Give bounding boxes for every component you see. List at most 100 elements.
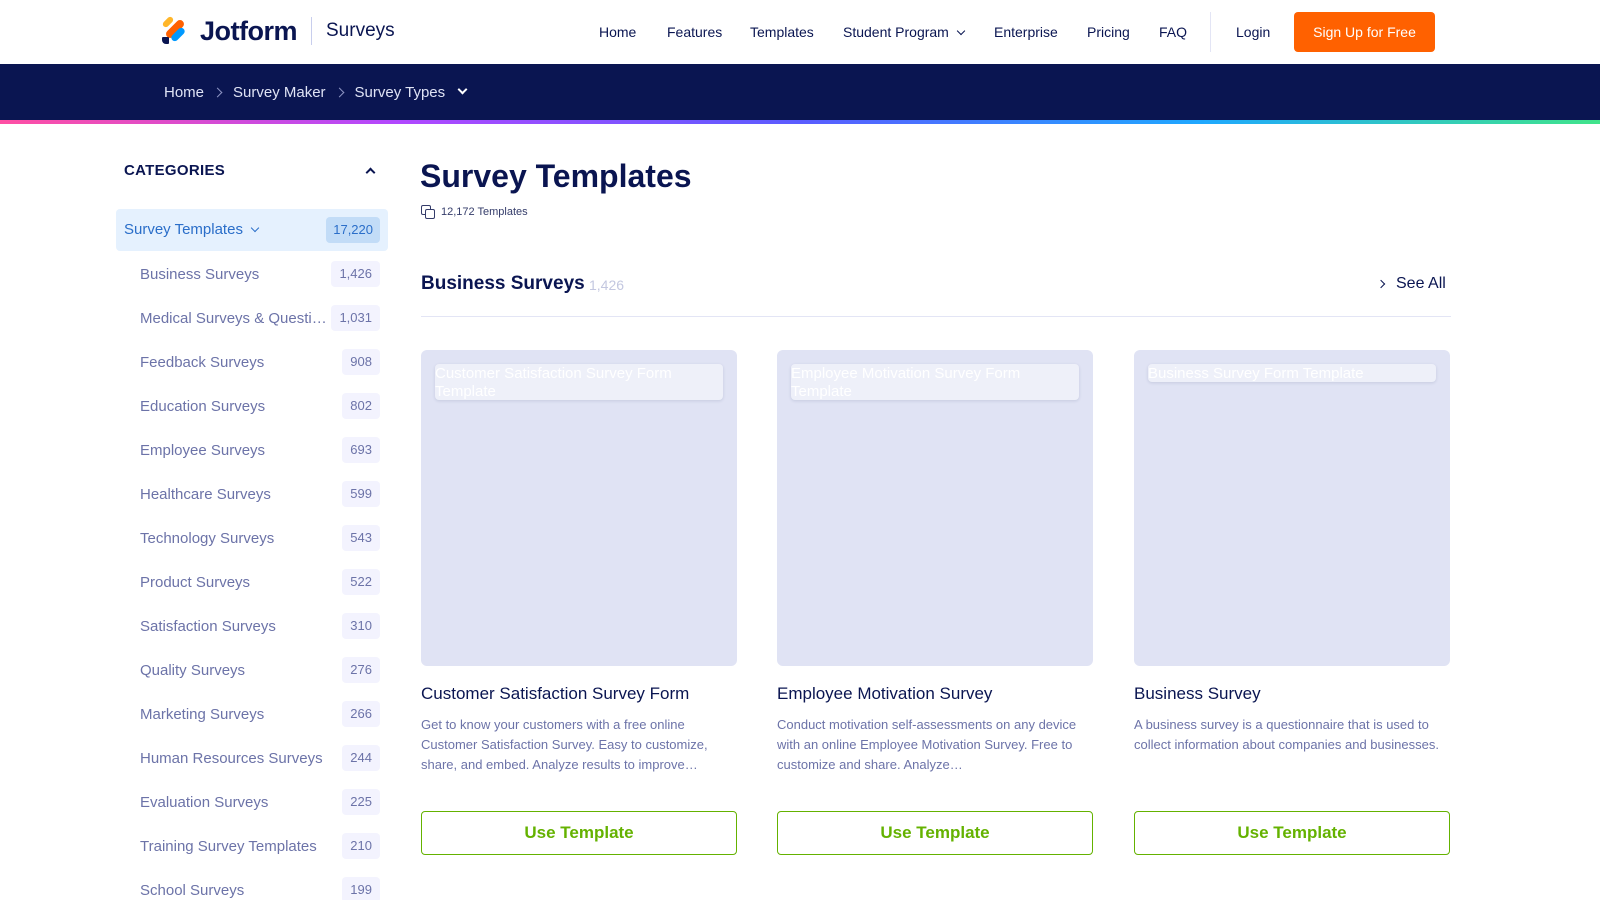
broken-image-alt: Business Survey Form Template <box>1148 364 1436 382</box>
sidebar-item-count: 599 <box>342 481 380 507</box>
copy-icon <box>421 205 435 219</box>
template-description: Get to know your customers with a free o… <box>421 717 708 772</box>
sidebar-item-count: 1,426 <box>331 261 380 287</box>
sidebar-item[interactable]: Evaluation Surveys 225 <box>124 780 380 824</box>
sidebar-item-label: Satisfaction Surveys <box>140 618 276 635</box>
sidebar-item-count: 276 <box>342 657 380 683</box>
sidebar-item-count: 1,031 <box>331 305 380 331</box>
sidebar-item-count: 908 <box>342 349 380 375</box>
use-template-button[interactable]: Use Template <box>1134 811 1450 855</box>
sidebar-item-label: Employee Surveys <box>140 442 266 459</box>
jotform-logo[interactable]: Jotform Surveys <box>161 14 395 48</box>
template-count-text: 12,172 Templates <box>441 206 528 218</box>
sidebar-item-count: 802 <box>342 393 380 419</box>
sidebar-item[interactable]: School Surveys 199 <box>124 868 380 900</box>
sidebar-item-label: School Surveys <box>140 882 245 899</box>
sidebar-item-label: Product Surveys <box>140 574 251 591</box>
template-card: Customer Satisfaction Survey Form Templa… <box>421 350 737 855</box>
breadcrumb-survey-maker[interactable]: Survey Maker <box>233 84 326 101</box>
sidebar-item-count: 225 <box>342 789 380 815</box>
gradient-strip <box>0 120 1600 124</box>
sidebar-item[interactable]: Quality Surveys 276 <box>124 648 380 692</box>
template-description: Conduct motivation self-assessments on a… <box>777 717 1077 772</box>
chevron-right-icon <box>212 87 223 97</box>
sidebar-item-label: Education Surveys <box>140 398 266 415</box>
nav-faq[interactable]: FAQ <box>1159 24 1187 40</box>
sidebar-item-label: Business Surveys <box>140 266 260 283</box>
template-card: Business Survey Form Template Business S… <box>1134 350 1450 855</box>
sidebar-item-label: Human Resources Surveys <box>140 750 323 767</box>
section-title[interactable]: Business Surveys <box>421 273 585 295</box>
nav-pricing[interactable]: Pricing <box>1087 24 1130 40</box>
product-name: Surveys <box>326 20 395 41</box>
sidebar-item[interactable]: Healthcare Surveys 599 <box>124 472 380 516</box>
template-title[interactable]: Business Survey <box>1134 684 1261 704</box>
jotform-logo-icon <box>161 15 188 45</box>
sidebar-item-count: 543 <box>342 525 380 551</box>
sidebar-item-label: Medical Surveys & Questionnaires <box>140 310 330 327</box>
template-card: Employee Motivation Survey Form Template… <box>777 350 1093 855</box>
template-thumbnail[interactable]: Employee Motivation Survey Form Template <box>777 350 1093 666</box>
section-count: 1,426 <box>589 277 625 293</box>
logo-divider <box>311 17 312 45</box>
breadcrumb-bar: Home Survey Maker Survey Types <box>0 64 1600 120</box>
template-thumbnail[interactable]: Customer Satisfaction Survey Form Templa… <box>421 350 737 666</box>
sidebar-item[interactable]: Training Survey Templates 210 <box>124 824 380 868</box>
sidebar-item[interactable]: Satisfaction Surveys 310 <box>124 604 380 648</box>
sidebar-item-survey-templates[interactable]: Survey Templates 17,220 <box>116 209 388 251</box>
sidebar-item[interactable]: Education Surveys 802 <box>124 384 380 428</box>
chevron-up-icon[interactable] <box>365 167 376 178</box>
nav-home[interactable]: Home <box>599 24 636 40</box>
page-title: Survey Templates <box>420 158 692 194</box>
sidebar-item-label: Training Survey Templates <box>140 838 317 855</box>
see-all-label: See All <box>1396 275 1446 292</box>
broken-image-alt: Employee Motivation Survey Form Template <box>791 364 1079 400</box>
breadcrumb-survey-types[interactable]: Survey Types <box>355 84 446 101</box>
sidebar-item-count: 693 <box>342 437 380 463</box>
chevron-down-icon <box>956 26 966 36</box>
chevron-right-icon <box>1376 279 1386 289</box>
sidebar-item[interactable]: Product Surveys 522 <box>124 560 380 604</box>
use-template-button[interactable]: Use Template <box>777 811 1093 855</box>
sidebar-item-label: Technology Surveys <box>140 530 275 547</box>
sidebar-item-count: 244 <box>342 745 380 771</box>
broken-image-alt: Customer Satisfaction Survey Form Templa… <box>435 364 723 400</box>
chevron-right-icon <box>334 87 344 97</box>
top-header: Jotform Surveys Home Features Templates … <box>0 0 1600 64</box>
nav-enterprise[interactable]: Enterprise <box>994 24 1058 40</box>
see-all-link[interactable]: See All <box>1376 275 1446 293</box>
sidebar-item[interactable]: Marketing Surveys 266 <box>124 692 380 736</box>
sidebar-active-label: Survey Templates <box>124 221 260 238</box>
sidebar-item[interactable]: Medical Surveys & Questionnaires1,031 <box>124 296 380 340</box>
nav-student-program-label: Student Program <box>843 24 949 40</box>
breadcrumb-home[interactable]: Home <box>164 84 204 101</box>
template-description: A business survey is a questionnaire tha… <box>1134 717 1439 752</box>
template-title[interactable]: Employee Motivation Survey <box>777 684 992 704</box>
signup-button[interactable]: Sign Up for Free <box>1294 12 1435 52</box>
use-template-button[interactable]: Use Template <box>421 811 737 855</box>
nav-templates[interactable]: Templates <box>750 24 814 40</box>
logo-wordmark: Jotform <box>200 15 298 46</box>
sidebar-item-count: 210 <box>342 833 380 859</box>
template-thumbnail[interactable]: Business Survey Form Template <box>1134 350 1450 666</box>
nav-student-program[interactable]: Student Program <box>843 24 966 40</box>
sidebar-item[interactable]: Feedback Surveys 908 <box>124 340 380 384</box>
sidebar-item-count: 266 <box>342 701 380 727</box>
sidebar-item[interactable]: Employee Surveys 693 <box>124 428 380 472</box>
section-divider <box>421 316 1451 317</box>
chevron-down-icon <box>250 223 260 233</box>
template-title[interactable]: Customer Satisfaction Survey Form <box>421 684 689 704</box>
sidebar-item[interactable]: Technology Surveys 543 <box>124 516 380 560</box>
categories-heading: CATEGORIES <box>124 162 226 179</box>
sidebar-item-label: Feedback Surveys <box>140 354 265 371</box>
nav-features[interactable]: Features <box>667 24 722 40</box>
sidebar-item[interactable]: Human Resources Surveys 244 <box>124 736 380 780</box>
chevron-down-icon[interactable] <box>457 84 468 94</box>
template-count: 12,172 Templates <box>421 205 528 219</box>
sidebar-item[interactable]: Business Surveys 1,426 <box>124 252 380 296</box>
login-link[interactable]: Login <box>1236 24 1270 40</box>
sidebar-item-count: 199 <box>342 877 380 900</box>
categories-header[interactable]: CATEGORIES <box>124 162 380 184</box>
nav-divider <box>1210 12 1211 52</box>
sidebar-item-label: Quality Surveys <box>140 662 246 679</box>
